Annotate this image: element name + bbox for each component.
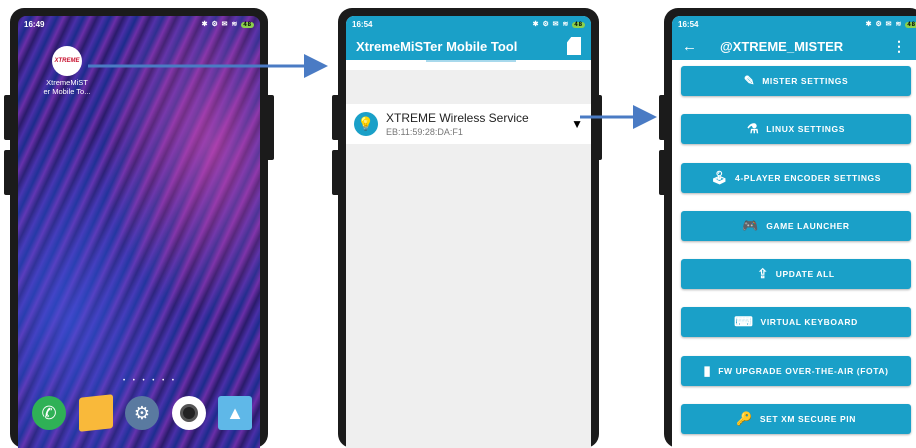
- linux-settings-button[interactable]: ⚗ LINUX SETTINGS: [681, 114, 911, 145]
- page-indicator: • • • • • •: [123, 378, 177, 384]
- phone-device-scan: 16:54 ✱ ⚙ ✉ ≋ 48 XtremeMiSTer Mobile Too…: [338, 8, 599, 448]
- more-vert-icon[interactable]: ⋮: [892, 38, 906, 55]
- status-time: 16:54: [678, 19, 699, 29]
- tab-indicator: [346, 60, 591, 70]
- home-screen: 16:49 ✱ ⚙ ✉ ≋ 48 XTREME XtremeMiST er Mo…: [18, 16, 260, 448]
- lightbulb-icon: 💡: [354, 112, 378, 136]
- device-name: XTREME Wireless Service: [386, 111, 529, 125]
- status-bar: 16:54 ✱ ⚙ ✉ ≋ 48: [346, 16, 591, 32]
- status-icons: ✱ ⚙ ✉ ≋ 48: [532, 21, 585, 28]
- menu-button-list: ✎ MISTER SETTINGS ⚗ LINUX SETTINGS 🕹 4-PLAY…: [681, 66, 911, 448]
- joystick-icon: 🕹: [710, 169, 729, 185]
- phone-home-screen: 16:49 ✱ ⚙ ✉ ≋ 48 XTREME XtremeMiST er Mo…: [10, 8, 268, 448]
- app-bar: XtremeMiSTer Mobile Tool: [346, 32, 591, 60]
- status-bar: 16:49 ✱ ⚙ ✉ ≋ 48: [18, 16, 260, 32]
- device-mac: EB:11:59:28:DA:F1: [386, 127, 463, 137]
- app-shortcut-xtrememister[interactable]: XTREME XtremeMiST er Mobile To...: [42, 46, 92, 96]
- gamepad-icon: 🎮: [742, 217, 760, 233]
- signal-strength-icon: ▼: [571, 117, 583, 131]
- notes-icon[interactable]: [78, 394, 113, 432]
- device-scan-screen: 16:54 ✱ ⚙ ✉ ≋ 48 XtremeMiSTer Mobile Too…: [346, 16, 591, 448]
- status-time: 16:49: [24, 19, 45, 29]
- keyboard-icon: ⌨: [734, 314, 754, 330]
- phone-icon[interactable]: ✆: [32, 396, 66, 430]
- device-list-item[interactable]: 💡 XTREME Wireless Service EB:11:59:28:DA…: [346, 104, 591, 144]
- key-icon: 🔑: [736, 411, 753, 427]
- app-shortcut-label: XtremeMiST er Mobile To...: [43, 78, 91, 96]
- phone-main-menu: 16:54 ✱ ⚙ ✉ ≋ 48 ← @XTREME_MISTER ⋮ ✎ MIS…: [664, 8, 916, 448]
- edit-icon: ✎: [743, 73, 756, 88]
- battery-icon: 48: [572, 22, 585, 28]
- update-all-button[interactable]: ⇪ UPDATE ALL: [681, 259, 911, 290]
- encoder-settings-button[interactable]: 🕹 4-PLAYER ENCODER SETTINGS: [681, 162, 911, 193]
- virtual-keyboard-button[interactable]: ⌨ VIRTUAL KEYBOARD: [681, 307, 911, 338]
- settings-icon[interactable]: ⚙: [125, 396, 159, 430]
- app-title: XtremeMiSTer Mobile Tool: [356, 38, 518, 54]
- sd-card-icon[interactable]: [567, 37, 581, 55]
- mister-settings-button[interactable]: ✎ MISTER SETTINGS: [681, 66, 911, 96]
- camera-icon[interactable]: [171, 396, 206, 430]
- back-arrow-icon[interactable]: ←: [682, 38, 710, 55]
- file-icon: ▮: [703, 362, 712, 378]
- xtreme-logo-icon: XTREME: [52, 46, 82, 76]
- battery-icon: 48: [241, 22, 254, 28]
- app-title: @XTREME_MISTER: [720, 38, 844, 54]
- status-time: 16:54: [352, 19, 373, 29]
- status-icons: ✱ ⚙ ✉ ≋ 48: [865, 21, 916, 28]
- status-bar: 16:54 ✱ ⚙ ✉ ≋ 48: [672, 16, 916, 32]
- game-launcher-button[interactable]: 🎮 GAME LAUNCHER: [681, 210, 911, 241]
- app-bar: ← @XTREME_MISTER ⋮: [672, 32, 916, 60]
- battery-icon: 48: [905, 22, 916, 28]
- app-dock: ✆ ⚙ ▲: [32, 394, 252, 432]
- flask-icon: ⚗: [746, 121, 760, 137]
- fota-button[interactable]: ▮ FW UPGRADE OVER-THE-AIR (FOTA): [681, 355, 911, 386]
- secure-pin-button[interactable]: 🔑 SET XM SECURE PIN: [681, 404, 911, 435]
- status-icons: ✱ ⚙ ✉ ≋ 48: [201, 21, 254, 28]
- upload-icon: ⇪: [757, 266, 769, 282]
- main-menu-screen: 16:54 ✱ ⚙ ✉ ≋ 48 ← @XTREME_MISTER ⋮ ✎ MIS…: [672, 16, 916, 448]
- gallery-icon[interactable]: ▲: [218, 396, 252, 430]
